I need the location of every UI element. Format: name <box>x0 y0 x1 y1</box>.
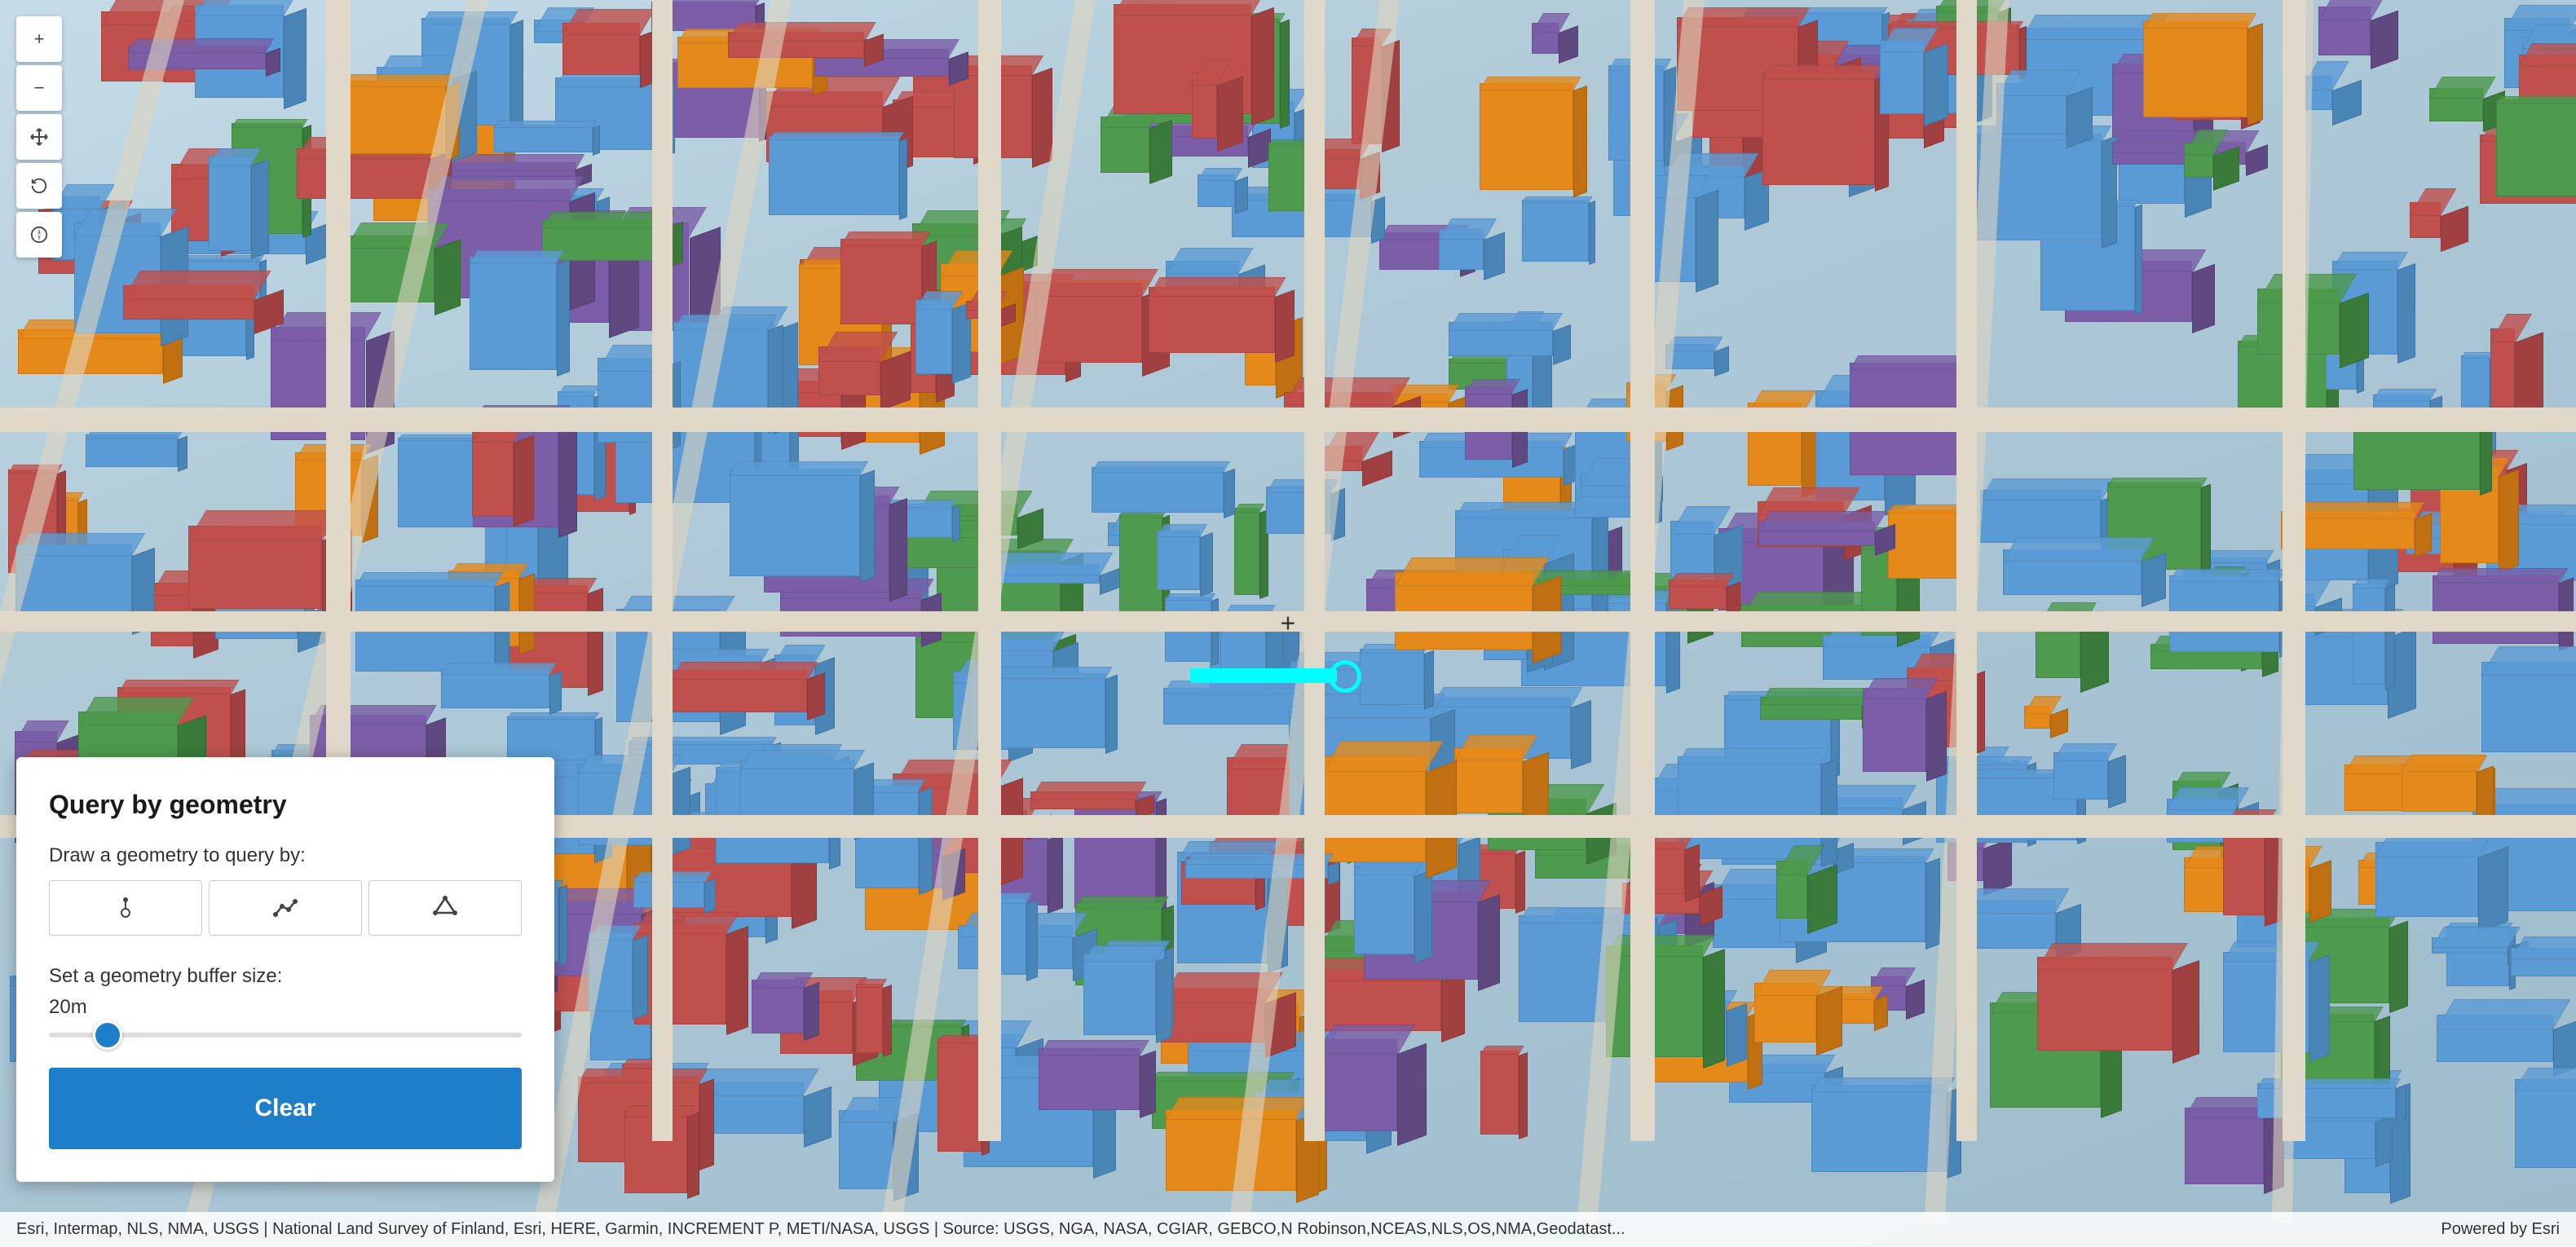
attribution-left: Esri, Intermap, NLS, NMA, USGS | Nationa… <box>16 1220 1625 1239</box>
panel-title: Query by geometry <box>49 790 522 820</box>
map-controls: + − <box>16 16 62 258</box>
polyline-tool-button[interactable] <box>209 880 362 936</box>
zoom-in-button[interactable]: + <box>16 16 62 62</box>
polygon-tool-button[interactable] <box>368 880 522 936</box>
pan-button[interactable] <box>16 114 62 160</box>
attribution-bar: Esri, Intermap, NLS, NMA, USGS | Nationa… <box>0 1212 2576 1247</box>
attribution-right: Powered by Esri <box>2441 1220 2560 1239</box>
point-tool-button[interactable] <box>49 880 202 936</box>
buffer-value: 20m <box>49 996 522 1019</box>
geometry-endpoint-indicator <box>1329 660 1361 693</box>
compass-button[interactable] <box>16 212 62 258</box>
buffer-label: Set a geometry buffer size: <box>49 965 522 988</box>
reset-view-button[interactable] <box>16 163 62 209</box>
geometry-tools <box>49 880 522 936</box>
buffer-slider-container <box>49 1027 522 1042</box>
zoom-out-button[interactable]: − <box>16 65 62 111</box>
query-panel: Query by geometry Draw a geometry to que… <box>16 757 554 1182</box>
draw-label: Draw a geometry to query by: <box>49 844 522 867</box>
geometry-line-indicator <box>1190 668 1337 683</box>
clear-button[interactable]: Clear <box>49 1068 522 1149</box>
buffer-slider[interactable] <box>49 1033 522 1038</box>
